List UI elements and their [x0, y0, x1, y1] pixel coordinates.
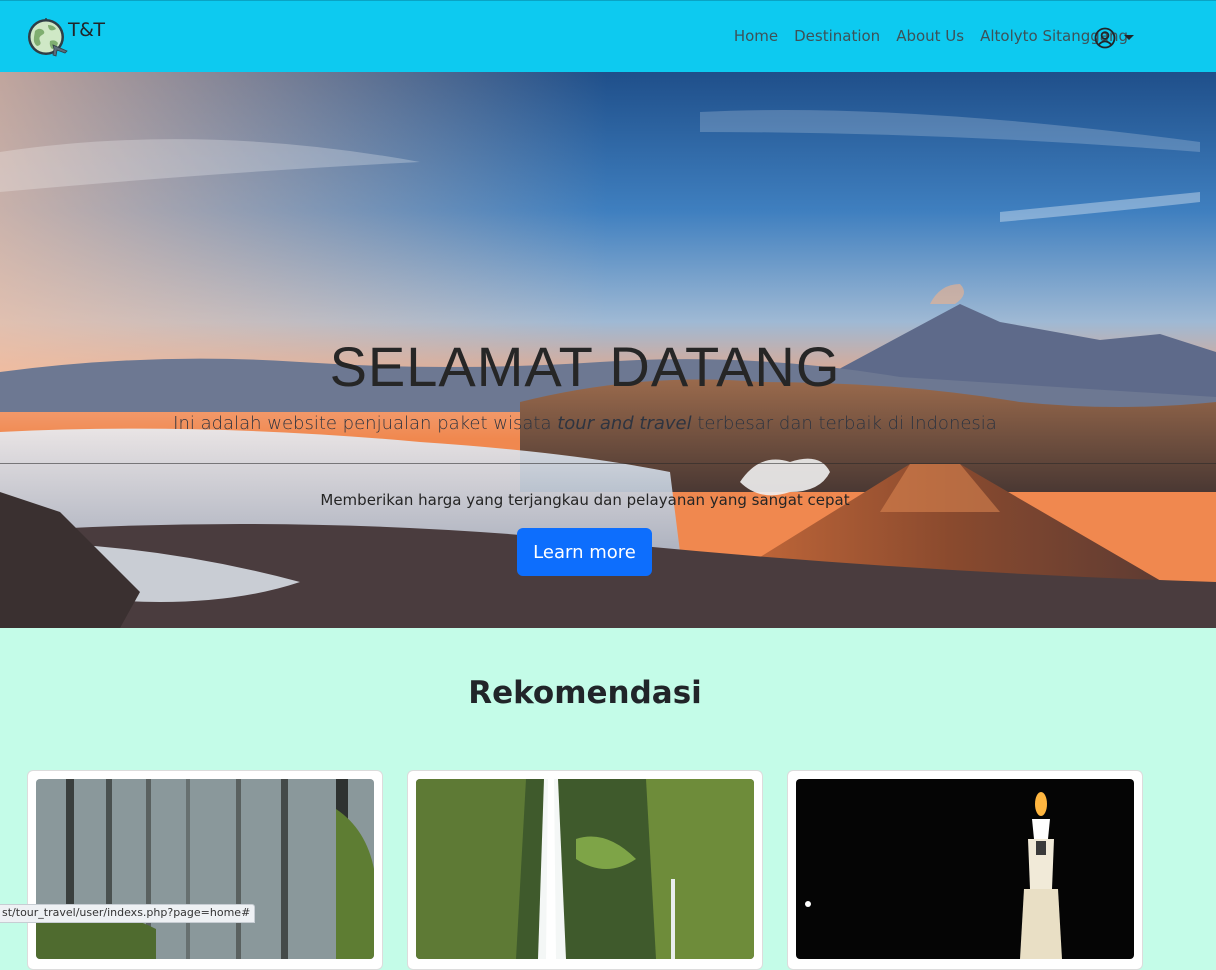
recommendation-card[interactable] [787, 770, 1143, 970]
chevron-down-icon [1124, 34, 1134, 40]
navbar: T&T Home Destination About Us Altolyto S… [0, 0, 1216, 72]
hero-lead: Ini adalah website penjualan paket wisat… [0, 413, 1170, 434]
recommendations-title: Rekomendasi [468, 675, 702, 711]
hero-divider [0, 463, 1216, 464]
pine-forest-photo [36, 779, 374, 959]
nav-links: Home Destination About Us Altolyto Sitan… [726, 27, 1136, 45]
status-bar-url: st/tour_travel/user/indexs.php?page=home… [0, 904, 256, 923]
hero-lead-emphasis: tour and travel [557, 413, 692, 434]
waterfall-photo [416, 779, 754, 959]
nav-item-destination[interactable]: Destination [786, 27, 888, 45]
learn-more-button[interactable]: Learn more [517, 528, 652, 576]
recommendation-card[interactable] [27, 770, 383, 970]
globe-airplane-logo-icon [28, 18, 68, 57]
hero-lead-text-end: terbesar dan terbaik di Indonesia [691, 413, 997, 434]
hero-lead-text: Ini adalah website penjualan paket wisat… [173, 413, 558, 434]
hero-subtext: Memberikan harga yang terjangkau dan pel… [320, 491, 850, 509]
hero-title: SELAMAT DATANG [329, 335, 841, 398]
user-dropdown-toggle[interactable] [1094, 27, 1134, 49]
hero-banner: SELAMAT DATANG Ini adalah website penjua… [0, 72, 1216, 628]
brand[interactable]: T&T [26, 15, 105, 59]
night-monument-tugu-photo [796, 779, 1134, 959]
nav-item-home[interactable]: Home [726, 27, 786, 45]
user-circle-icon [1094, 27, 1116, 49]
recommendation-card[interactable] [407, 770, 763, 970]
nav-item-about-us[interactable]: About Us [888, 27, 972, 45]
brand-name: T&T [68, 19, 105, 41]
